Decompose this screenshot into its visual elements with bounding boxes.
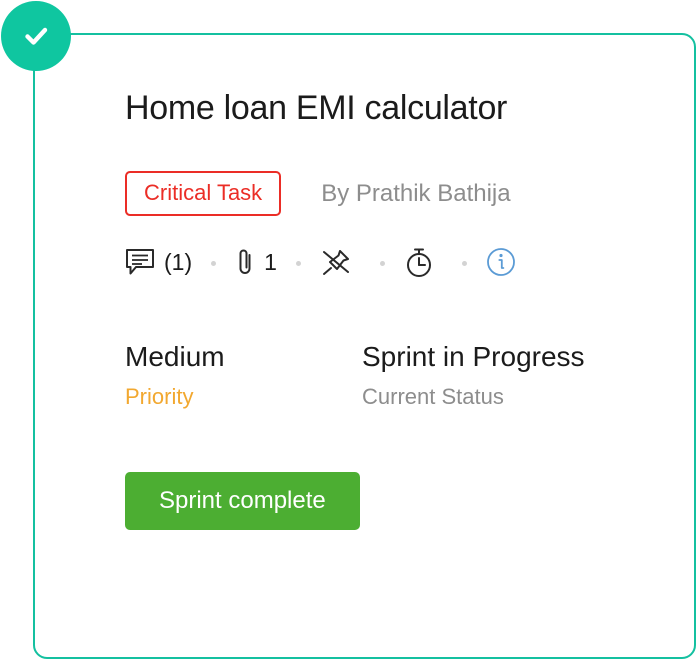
- priority-label: Priority: [125, 383, 194, 409]
- separator-dot: [379, 260, 385, 266]
- separator-dot: [461, 260, 467, 266]
- attachment-count: 1: [264, 248, 277, 275]
- comment-icon: [125, 248, 155, 276]
- task-card-body: Home loan EMI calculator Critical Task B…: [125, 89, 666, 530]
- priority-value: Medium: [125, 341, 225, 373]
- attachments-group[interactable]: 1: [235, 246, 277, 278]
- separator-dot: [295, 260, 301, 266]
- timer-group[interactable]: [404, 246, 443, 278]
- paperclip-icon: [235, 246, 255, 278]
- sprint-complete-button[interactable]: Sprint complete: [125, 471, 360, 530]
- check-icon: [19, 19, 53, 53]
- info-icon: [486, 247, 516, 277]
- stopwatch-icon: [404, 246, 434, 278]
- status-check-badge[interactable]: [1, 1, 71, 71]
- current-status-field: Sprint in Progress Current Status: [362, 341, 585, 408]
- pin-off-icon: [320, 247, 352, 277]
- comments-group[interactable]: (1): [125, 248, 192, 276]
- task-fields-row: Medium Priority Sprint in Progress Curre…: [125, 341, 666, 408]
- current-status-value: Sprint in Progress: [362, 341, 585, 373]
- priority-field: Medium Priority: [125, 341, 362, 408]
- author-label: By Prathik Bathija: [321, 179, 511, 207]
- current-status-label: Current Status: [362, 383, 504, 409]
- task-meta-row: Critical Task By Prathik Bathija: [125, 171, 666, 217]
- page-title: Home loan EMI calculator: [125, 89, 508, 127]
- info-group[interactable]: [486, 247, 516, 277]
- status-badge[interactable]: Critical Task: [125, 171, 282, 217]
- comment-count: (1): [164, 248, 193, 275]
- separator-dot: [211, 260, 217, 266]
- pin-group[interactable]: [320, 247, 361, 277]
- task-icon-row: (1) 1: [125, 245, 666, 279]
- task-card: Home loan EMI calculator Critical Task B…: [33, 33, 696, 659]
